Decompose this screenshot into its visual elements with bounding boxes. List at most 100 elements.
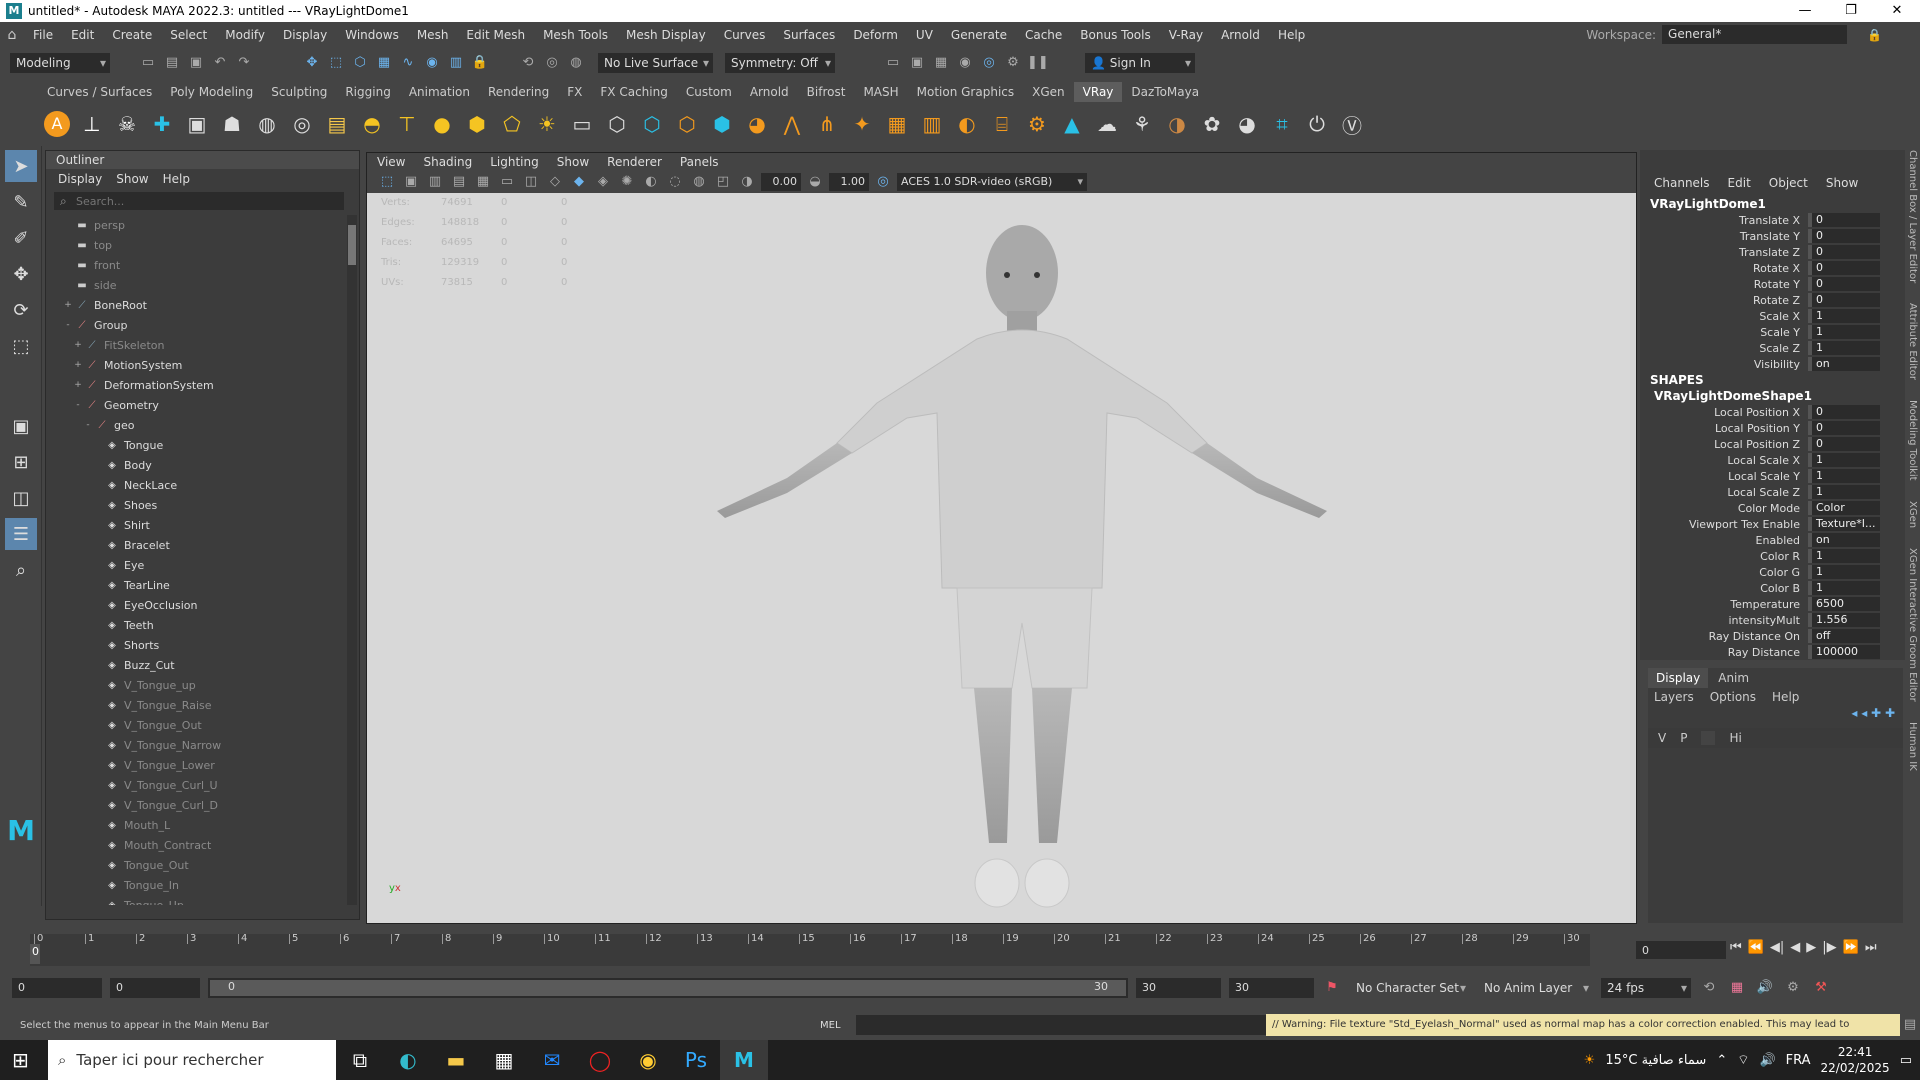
viewport-menu[interactable]: Panels [680,153,719,171]
go-end-icon[interactable]: ⏭ [1865,940,1877,955]
shelf-tab[interactable]: XGen [1023,82,1074,102]
shelf-tab[interactable]: FX [558,82,591,102]
vray-multi-icon[interactable]: ✿ [1197,109,1227,139]
channel-attribute[interactable]: Color B 1 [1640,580,1905,596]
vray-power-icon[interactable]: ⏻ [1302,109,1332,139]
close-icon[interactable]: ✕ [1874,0,1920,22]
outlook-icon[interactable]: ✉ [528,1040,576,1080]
range-bar[interactable]: 0 30 [208,978,1128,998]
shelf-tab[interactable]: Motion Graphics [908,82,1024,102]
outliner-item[interactable]: + ⟋ MotionSystem [46,355,346,375]
outliner-item[interactable]: - ⟋ Geometry [46,395,346,415]
menu-item[interactable]: UV [907,28,942,42]
outliner-item[interactable]: ◈ Mouth_Contract [46,835,346,855]
channel-attribute[interactable]: Local Position X 0 [1640,404,1905,420]
vray-tool-icon[interactable]: ⊥ [77,109,107,139]
attribute-value[interactable]: 0 [1808,261,1880,275]
outliner-item[interactable]: ◈ V_Tongue_Narrow [46,735,346,755]
maximize-icon[interactable]: ❐ [1828,0,1874,22]
attribute-value[interactable]: 100000 [1808,645,1880,659]
lights-icon[interactable]: ✺ [617,172,637,192]
character-key-icon[interactable]: ⚑ [1322,978,1342,998]
two-view-icon[interactable]: ◫ [5,482,37,514]
vray-sphere-light-icon[interactable]: ● [427,109,457,139]
snap-grid-icon[interactable]: ▦ [374,53,394,73]
vray-scatter-icon[interactable]: ✦ [847,109,877,139]
shelf-tab[interactable]: Curves / Surfaces [38,82,161,102]
channel-attribute[interactable]: Local Scale Y 1 [1640,468,1905,484]
vray-grass-icon[interactable]: ⋔ [812,109,842,139]
opera-icon[interactable]: ◯ [576,1040,624,1080]
outliner-item[interactable]: - ⟋ Group [46,315,346,335]
outliner-item[interactable]: ◈ V_Tongue_Raise [46,695,346,715]
outliner-scrollbar[interactable] [347,215,357,905]
attribute-value[interactable]: 1 [1808,581,1880,595]
fps-dropdown[interactable]: 24 fps [1601,978,1691,998]
gamma-field[interactable]: 1.00 [829,173,869,191]
exposure-field[interactable]: 0.00 [761,173,801,191]
lasso-tool-icon[interactable]: ✎ [5,186,37,218]
attribute-value[interactable]: 0 [1808,213,1880,227]
step-forward-icon[interactable]: |▶ [1822,940,1836,955]
ao-icon[interactable]: ◌ [665,172,685,192]
outliner-item[interactable]: ◈ Buzz_Cut [46,655,346,675]
menu-item[interactable]: Help [1269,28,1314,42]
vray-frame-icon[interactable]: ⌗ [1267,109,1297,139]
attribute-value[interactable]: on [1808,357,1880,371]
channel-attribute[interactable]: Ray Distance 100000 [1640,644,1905,660]
colorspace-dropdown[interactable]: ACES 1.0 SDR-video (sRGB) [897,173,1087,191]
vray-teapot-icon[interactable]: ☗ [217,109,247,139]
vray-sphere-icon[interactable]: ◍ [252,109,282,139]
move-tool-icon[interactable]: ✥ [5,258,37,290]
channel-attribute[interactable]: Translate Y 0 [1640,228,1905,244]
layer-menu[interactable]: Help [1772,688,1799,706]
menu-item[interactable]: Windows [336,28,408,42]
menu-item[interactable]: V-Ray [1160,28,1212,42]
attribute-value[interactable]: 0 [1808,405,1880,419]
undo-icon[interactable]: ↶ [210,53,230,73]
play-back-icon[interactable]: ◀ [1790,940,1800,955]
vray-proxy-export-icon[interactable]: ⬡ [637,109,667,139]
resolution-gate-icon[interactable]: ◫ [521,172,541,192]
attribute-value[interactable]: 1 [1808,341,1880,355]
vray-material-icon[interactable]: ◕ [742,109,772,139]
snap-point-icon[interactable]: ◉ [422,53,442,73]
vray-cloud-icon[interactable]: ◕ [1232,109,1262,139]
channel-attribute[interactable]: Color G 1 [1640,564,1905,580]
viewport-menu[interactable]: Lighting [490,153,539,171]
ipr-icon[interactable]: ◍ [566,53,586,73]
new-layer-icon[interactable]: ✚ [1871,706,1881,720]
side-tab[interactable]: XGen Interactive Groom Editor [1907,548,1918,702]
outliner-menu[interactable]: Display [58,169,102,189]
menu-item[interactable]: Create [103,28,161,42]
expand-icon[interactable]: - [82,420,94,430]
sign-in-dropdown[interactable]: 👤 Sign In [1085,53,1195,73]
vray-mesh-light-icon[interactable]: ⬢ [462,109,492,139]
vray-logo-icon[interactable]: Ⓥ [1337,109,1367,139]
shelf-tab[interactable]: MASH [854,82,907,102]
pause-icon[interactable]: ❚❚ [1027,53,1049,73]
notifications-icon[interactable]: ▭ [1900,1053,1912,1068]
photoshop-icon[interactable]: Ps [672,1040,720,1080]
channel-attribute[interactable]: Ray Distance On off [1640,628,1905,644]
home-icon[interactable]: ⌂ [0,27,24,43]
outliner-item[interactable]: ◈ Shirt [46,515,346,535]
layer-color[interactable] [1701,731,1716,745]
grid-toggle-icon[interactable]: ▦ [473,172,493,192]
vray-spot-icon[interactable]: ⊤ [392,109,422,139]
render-icon[interactable]: ◎ [542,53,562,73]
channel-menu[interactable]: Show [1826,168,1858,190]
loop-icon[interactable]: ⟲ [1699,978,1719,998]
attribute-value[interactable]: 0 [1808,277,1880,291]
layer-tab[interactable]: Display [1648,668,1709,688]
snap-curve-icon[interactable]: ∿ [398,53,418,73]
channel-attribute[interactable]: Scale X 1 [1640,308,1905,324]
shadows-icon[interactable]: ◐ [641,172,661,192]
side-tab[interactable]: Human IK [1907,722,1918,771]
outliner-item[interactable]: ◈ Tongue_Up [46,895,346,906]
outliner-item[interactable]: ◈ V_Tongue_Curl_U [46,775,346,795]
outliner-item[interactable]: ▬ persp [46,215,346,235]
volume-icon[interactable]: 🔊 [1759,1053,1775,1068]
outliner-item[interactable]: ◈ Bracelet [46,535,346,555]
expand-icon[interactable]: - [72,400,84,410]
